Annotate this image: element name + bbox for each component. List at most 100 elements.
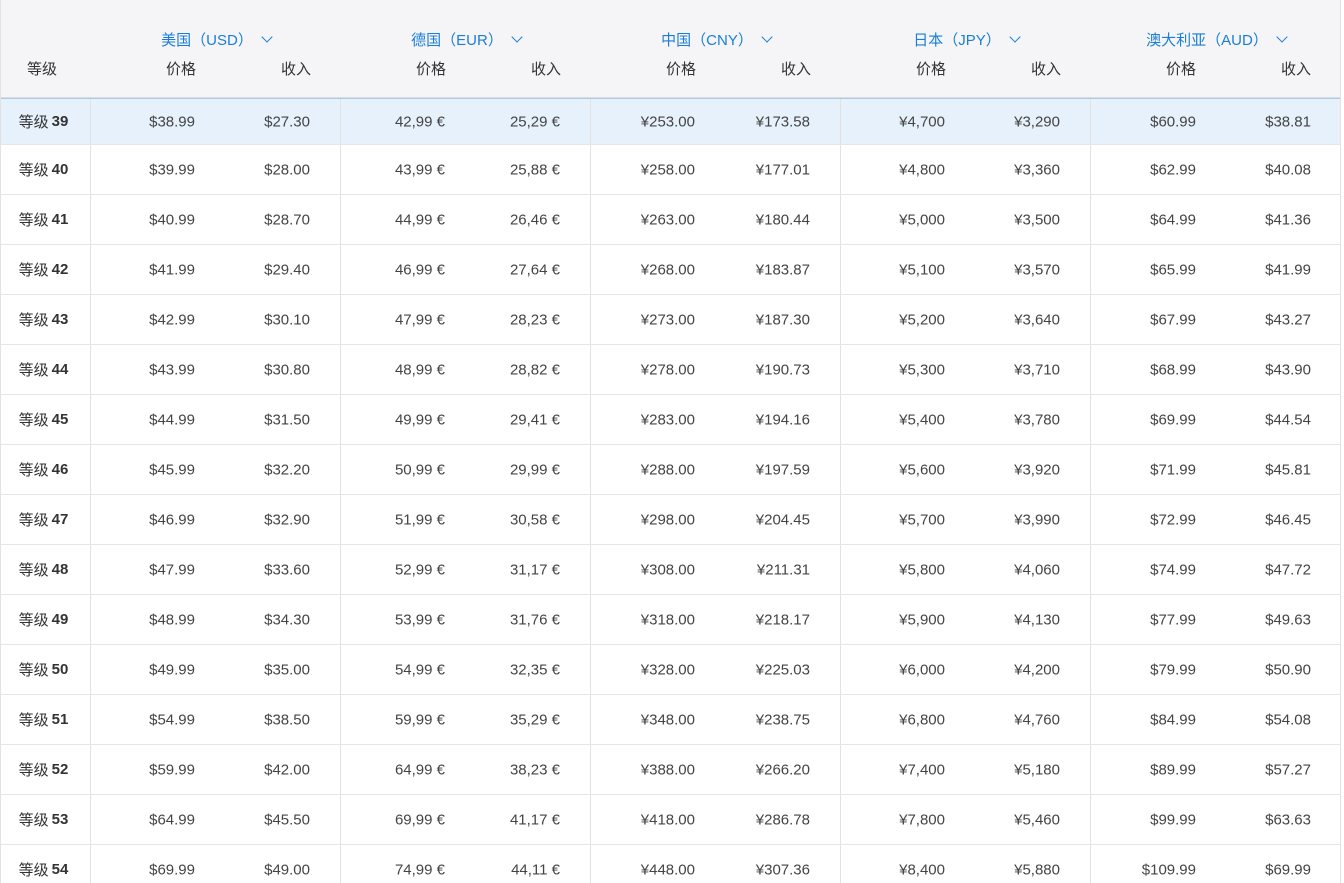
cell-group-jpy: ¥5,200 ¥3,640 [841, 295, 1091, 344]
price-cell: ¥8,400 [899, 861, 945, 878]
table-row[interactable]: 等级 43 $42.99 $30.10 47,99 € 28,23 € ¥273.00 ¥18… [1, 295, 1340, 345]
price-cell: $39.99 [149, 161, 195, 178]
table-row[interactable]: 等级 53 $64.99 $45.50 69,99 € 41,17 € ¥418.00 ¥28… [1, 795, 1340, 845]
cell-group-jpy: ¥7,400 ¥5,180 [841, 745, 1091, 794]
price-cell: $67.99 [1150, 311, 1196, 328]
cell-group-cny: ¥318.00 ¥218.17 [591, 595, 841, 644]
price-cell: $74.99 [1150, 561, 1196, 578]
currency-dropdown-cny[interactable]: 中国（CNY） [591, 29, 841, 50]
price-cell: ¥388.00 [640, 761, 695, 778]
income-cell: ¥3,920 [1014, 461, 1060, 478]
tier-number: 54 [51, 861, 69, 878]
cell-group-usd: $45.99 $32.20 [91, 445, 341, 494]
currency-label: 美国（USD） [161, 32, 253, 49]
income-cell: $29.40 [264, 261, 310, 278]
income-cell: $30.80 [264, 361, 310, 378]
price-cell: 43,99 € [394, 161, 445, 178]
price-cell: ¥7,400 [899, 761, 945, 778]
tier-number: 50 [51, 661, 69, 678]
income-cell: ¥218.17 [755, 611, 810, 628]
currency-group-eur: 德国（EUR） 价格 收入 [341, 0, 591, 98]
cell-group-eur: 44,99 € 26,46 € [341, 195, 591, 244]
table-row[interactable]: 等级 40 $39.99 $28.00 43,99 € 25,88 € ¥258.00 ¥17… [1, 145, 1340, 195]
price-cell: $89.99 [1150, 761, 1196, 778]
tier-cell: 等级 39 [1, 99, 91, 144]
table-row[interactable]: 等级 51 $54.99 $38.50 59,99 € 35,29 € ¥348.00 ¥23… [1, 695, 1340, 745]
currency-dropdown-eur[interactable]: 德国（EUR） [341, 29, 591, 50]
income-cell: 38,23 € [509, 761, 560, 778]
table-row[interactable]: 等级 48 $47.99 $33.60 52,99 € 31,17 € ¥308.00 ¥21… [1, 545, 1340, 595]
table-row[interactable]: 等级 41 $40.99 $28.70 44,99 € 26,46 € ¥263.00 ¥18… [1, 195, 1340, 245]
price-column-header: 价格 [415, 61, 446, 78]
cell-group-eur: 43,99 € 25,88 € [341, 145, 591, 194]
tier-cell: 等级 42 [1, 245, 91, 294]
currency-group-usd: 美国（USD） 价格 收入 [91, 0, 341, 98]
cell-group-aud: $60.99 $38.81 [1091, 99, 1340, 144]
income-cell: ¥5,180 [1014, 761, 1060, 778]
table-row[interactable]: 等级 52 $59.99 $42.00 64,99 € 38,23 € ¥388.00 ¥26… [1, 745, 1340, 795]
price-cell: 54,99 € [394, 661, 445, 678]
income-cell: ¥266.20 [755, 761, 810, 778]
price-cell: 42,99 € [394, 113, 445, 130]
currency-dropdown-jpy[interactable]: 日本（JPY） [841, 29, 1091, 50]
income-cell: ¥197.59 [755, 461, 810, 478]
income-cell: ¥190.73 [755, 361, 810, 378]
price-cell: $65.99 [1150, 261, 1196, 278]
cell-group-usd: $64.99 $45.50 [91, 795, 341, 844]
income-cell: ¥5,460 [1014, 811, 1060, 828]
price-cell: 64,99 € [394, 761, 445, 778]
table-row[interactable]: 等级 45 $44.99 $31.50 49,99 € 29,41 € ¥283.00 ¥19… [1, 395, 1340, 445]
tier-number: 49 [51, 611, 69, 628]
cell-group-usd: $46.99 $32.90 [91, 495, 341, 544]
chevron-down-icon [261, 31, 273, 43]
income-cell: 35,29 € [509, 711, 560, 728]
tier-cell: 等级 47 [1, 495, 91, 544]
price-cell: 49,99 € [394, 411, 445, 428]
currency-group-cny: 中国（CNY） 价格 收入 [591, 0, 841, 98]
price-cell: ¥5,900 [899, 611, 945, 628]
income-cell: 28,82 € [509, 361, 560, 378]
cell-group-eur: 42,99 € 25,29 € [341, 99, 591, 144]
table-row[interactable]: 等级 49 $48.99 $34.30 53,99 € 31,76 € ¥318.00 ¥21… [1, 595, 1340, 645]
tier-cell: 等级 45 [1, 395, 91, 444]
income-column-header: 收入 [530, 61, 561, 78]
cell-group-cny: ¥448.00 ¥307.36 [591, 845, 841, 883]
table-row[interactable]: 等级 44 $43.99 $30.80 48,99 € 28,82 € ¥278.00 ¥19… [1, 345, 1340, 395]
table-row[interactable]: 等级 47 $46.99 $32.90 51,99 € 30,58 € ¥298.00 ¥20… [1, 495, 1340, 545]
price-cell: $69.99 [149, 861, 195, 878]
income-cell: ¥183.87 [755, 261, 810, 278]
price-cell: ¥5,000 [899, 211, 945, 228]
cell-group-usd: $38.99 $27.30 [91, 99, 341, 144]
price-cell: ¥288.00 [640, 461, 695, 478]
price-cell: ¥348.00 [640, 711, 695, 728]
price-cell: $59.99 [149, 761, 195, 778]
tier-number: 45 [51, 411, 69, 428]
currency-dropdown-aud[interactable]: 澳大利亚（AUD） [1091, 29, 1340, 50]
tier-prefix: 等级 [18, 512, 49, 529]
price-cell: 52,99 € [394, 561, 445, 578]
price-cell: ¥258.00 [640, 161, 695, 178]
income-cell: ¥3,990 [1014, 511, 1060, 528]
price-cell: 53,99 € [394, 611, 445, 628]
price-cell: 46,99 € [394, 261, 445, 278]
income-cell: $41.36 [1265, 211, 1311, 228]
cell-group-jpy: ¥4,800 ¥3,360 [841, 145, 1091, 194]
cell-group-jpy: ¥6,800 ¥4,760 [841, 695, 1091, 744]
cell-group-cny: ¥273.00 ¥187.30 [591, 295, 841, 344]
table-row[interactable]: 等级 50 $49.99 $35.00 54,99 € 32,35 € ¥328.00 ¥22… [1, 645, 1340, 695]
income-cell: $32.20 [264, 461, 310, 478]
cell-group-aud: $67.99 $43.27 [1091, 295, 1340, 344]
tier-prefix: 等级 [18, 212, 49, 229]
cell-group-jpy: ¥5,800 ¥4,060 [841, 545, 1091, 594]
tier-prefix: 等级 [18, 662, 49, 679]
table-row[interactable]: 等级 54 $69.99 $49.00 74,99 € 44,11 € ¥448.00 ¥30… [1, 845, 1340, 883]
table-row[interactable]: 等级 39 $38.99 $27.30 42,99 € 25,29 € ¥253.00 ¥17… [1, 98, 1340, 145]
table-row[interactable]: 等级 42 $41.99 $29.40 46,99 € 27,64 € ¥268.00 ¥18… [1, 245, 1340, 295]
income-cell: $28.00 [264, 161, 310, 178]
cell-group-aud: $79.99 $50.90 [1091, 645, 1340, 694]
cell-group-aud: $71.99 $45.81 [1091, 445, 1340, 494]
cell-group-aud: $109.99 $69.99 [1091, 845, 1340, 883]
currency-dropdown-usd[interactable]: 美国（USD） [91, 29, 341, 50]
table-row[interactable]: 等级 46 $45.99 $32.20 50,99 € 29,99 € ¥288.00 ¥19… [1, 445, 1340, 495]
income-cell: 44,11 € [511, 861, 560, 878]
